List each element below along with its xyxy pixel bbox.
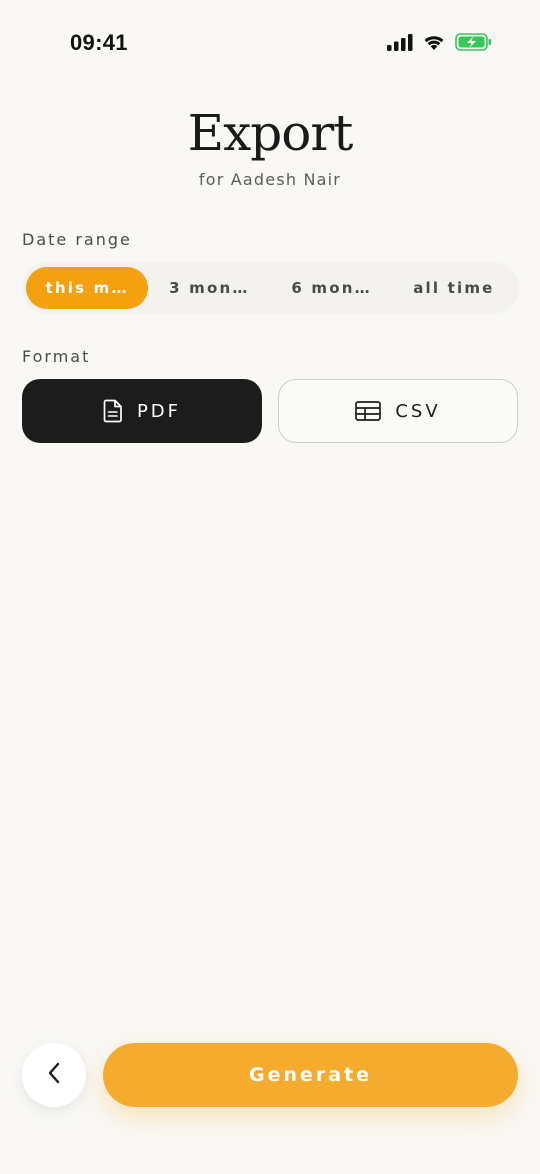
date-range-option-this-month[interactable]: this m… <box>26 267 149 309</box>
document-icon <box>103 399 123 423</box>
format-label: Format <box>22 347 91 366</box>
wifi-icon <box>422 33 446 51</box>
format-csv-button[interactable]: CSV <box>278 379 518 443</box>
date-range-option-all-time[interactable]: all time <box>393 267 515 309</box>
cellular-signal-icon <box>387 33 413 51</box>
date-range-option-3-months[interactable]: 3 mon… <box>148 267 270 309</box>
status-time: 09:41 <box>70 30 128 55</box>
chevron-left-icon <box>47 1062 61 1088</box>
date-range-option-6-months[interactable]: 6 mon… <box>271 267 393 309</box>
page-title: Export <box>187 104 354 162</box>
back-button[interactable] <box>22 1043 86 1107</box>
format-pdf-label: PDF <box>136 400 182 422</box>
generate-button[interactable]: Generate <box>103 1043 518 1107</box>
page-subtitle: for Aadesh Nair <box>198 170 342 189</box>
table-icon <box>355 401 382 421</box>
format-csv-label: CSV <box>395 400 441 422</box>
format-pdf-button[interactable]: PDF <box>22 379 262 443</box>
battery-charging-icon <box>455 33 492 51</box>
date-range-label: Date range <box>22 230 132 249</box>
status-bar: 09:41 <box>0 0 540 88</box>
status-icons <box>387 33 492 51</box>
date-range-selector: this m… 3 mon… 6 mon… all time <box>22 262 519 314</box>
